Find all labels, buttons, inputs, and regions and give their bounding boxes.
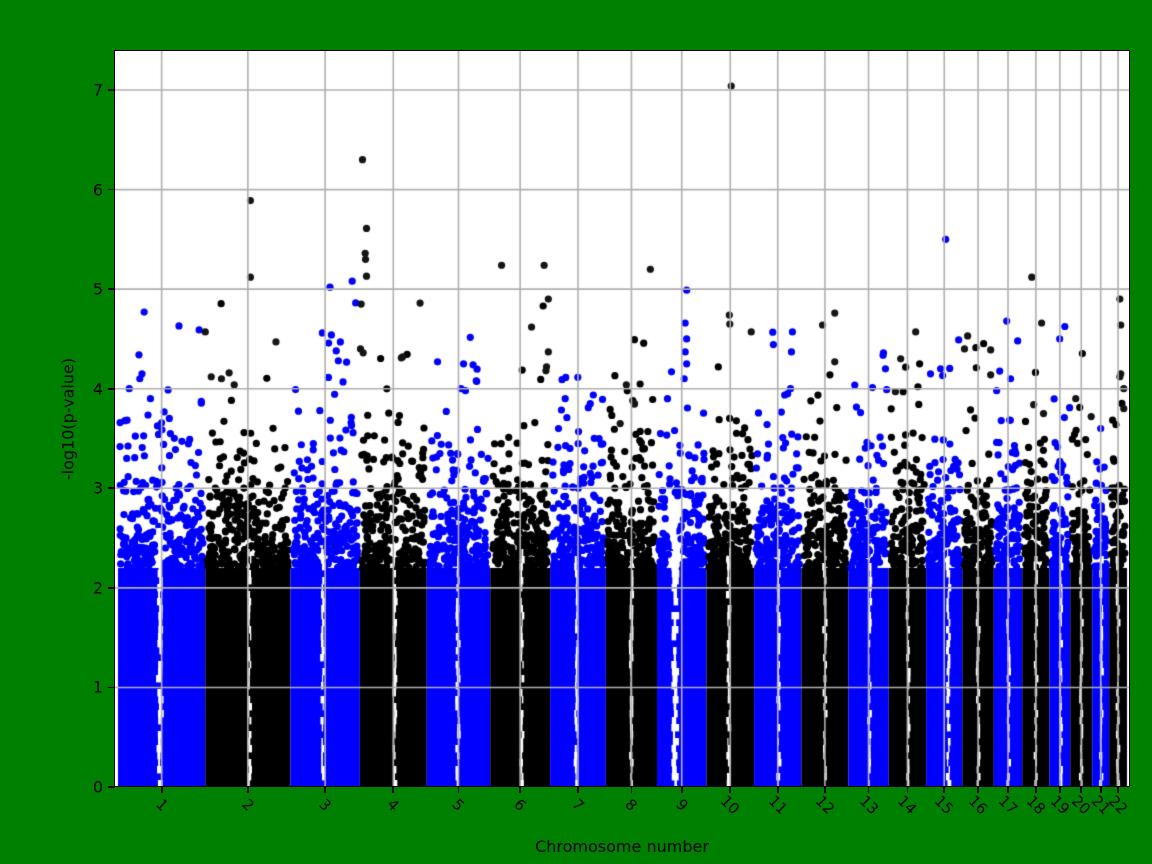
x-tick-label: 7 [568,795,588,815]
y-axis-title: -log10(p-value) [58,357,78,480]
x-tick-label: 4 [383,795,404,815]
x-tick-label: 18 [1022,791,1049,819]
x-tick [630,786,633,793]
y-tick-label: 3 [92,478,103,498]
x-axis-title: Chromosome number [535,837,709,856]
y-tick [108,487,115,490]
x-tick [246,786,249,793]
x-tick-label: 12 [811,791,839,819]
x-tick-label: 5 [448,795,469,815]
x-tick-label: 16 [964,791,992,819]
x-tick [577,786,579,793]
x-tick-label: 22 [1104,791,1132,819]
x-tick [160,786,163,793]
y-tick-label: 6 [92,180,103,200]
y-tick [108,686,115,689]
y-tick [108,586,115,589]
y-tick-label: 7 [92,80,103,100]
x-tick-label: 1 [151,795,172,815]
x-tick [457,786,460,793]
x-tick [680,786,683,793]
x-tick-label: 9 [671,795,692,815]
y-tick-label: 2 [92,578,103,598]
x-tick-label: 13 [855,791,882,819]
x-tick-label: 14 [894,791,921,819]
manhattan-plot-figure: 01234567 1 2 3 4 5 6 7 8 9 10 11 12 13 14 15 16 17 18 19 20… [0,0,1152,864]
x-tick-label: 8 [621,795,642,815]
x-tick-label: 15 [931,791,958,819]
x-tick [392,786,395,793]
y-tick [108,188,115,191]
y-tick-label: 1 [92,677,103,697]
y-tick [108,288,115,291]
y-tick [108,786,115,788]
x-tick-label: 11 [764,791,791,819]
x-tick [519,786,522,793]
manhattan-scatter-canvas [115,51,1129,786]
y-tick-label: 4 [92,379,103,399]
x-tick-label: 17 [994,791,1022,819]
y-tick [108,387,115,390]
plot-area [115,51,1129,786]
x-tick-label: 6 [510,795,530,815]
x-tick-label: 3 [315,795,335,815]
x-tick-label: 2 [238,795,258,815]
y-tick-label: 5 [92,279,103,299]
y-tick-label: 0 [92,777,103,797]
x-tick [324,786,327,793]
y-tick [108,89,115,91]
x-tick-label: 10 [717,791,744,819]
